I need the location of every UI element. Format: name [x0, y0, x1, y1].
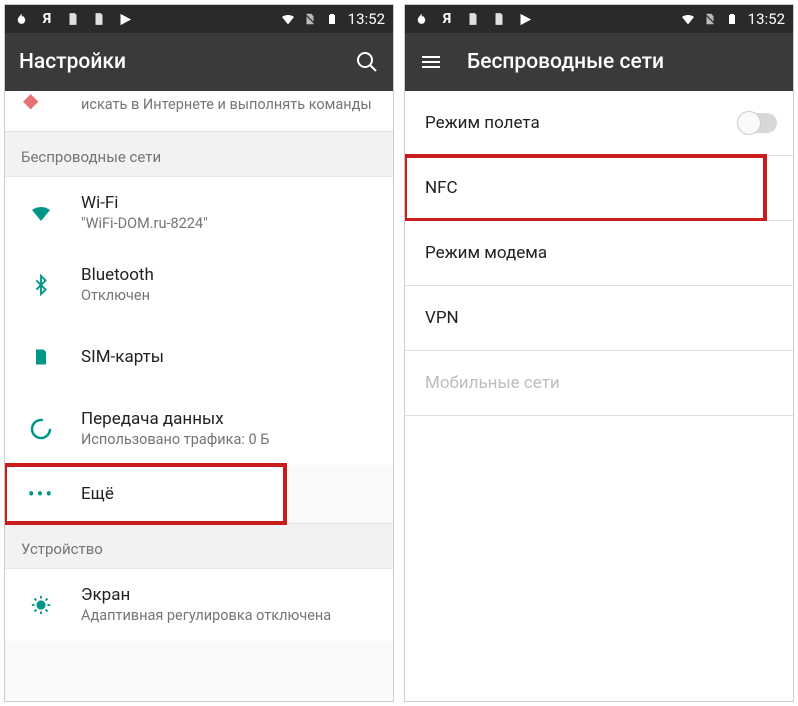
page-title: Настройки	[19, 50, 331, 74]
doc-icon	[465, 11, 481, 27]
item-title: Bluetooth	[81, 265, 377, 285]
settings-item-more[interactable]: ••• Ещё	[5, 465, 285, 523]
clock: 13:52	[348, 10, 385, 28]
clock: 13:52	[748, 10, 785, 28]
wireless-list[interactable]: Режим полета NFC Режим модема VPN Мобиль…	[405, 91, 793, 701]
item-nfc[interactable]: NFC	[405, 156, 765, 220]
item-title: Экран	[81, 585, 377, 605]
hamburger-icon[interactable]	[419, 50, 443, 74]
list-item-partial[interactable]: ◆ искать в Интернете и выполнять команды	[5, 91, 393, 132]
item-tethering[interactable]: Режим модема	[405, 221, 793, 285]
item-title: NFC	[425, 178, 749, 198]
wifi-status-icon	[680, 11, 696, 27]
settings-item-wifi[interactable]: Wi-Fi "WiFi-DOM.ru-8224"	[5, 177, 393, 249]
battery-icon	[724, 11, 740, 27]
app-bar: Беспроводные сети	[405, 33, 793, 91]
data-usage-icon	[21, 417, 61, 441]
item-title: VPN	[425, 308, 777, 328]
settings-item-bluetooth[interactable]: Bluetooth Отключен	[5, 249, 393, 321]
search-icon[interactable]	[355, 50, 379, 74]
app-bar: Настройки	[5, 33, 393, 91]
yandex-icon: Я	[439, 11, 455, 27]
flame-icon	[13, 11, 29, 27]
play-icon	[517, 11, 533, 27]
settings-list[interactable]: ◆ искать в Интернете и выполнять команды…	[5, 91, 393, 701]
item-mobile-networks: Мобильные сети	[405, 351, 793, 415]
status-bar: Я 13:52	[405, 5, 793, 33]
item-title: Ещё	[81, 484, 269, 504]
settings-item-data-usage[interactable]: Передача данных Использовано трафика: 0 …	[5, 393, 393, 465]
item-title: Мобильные сети	[425, 373, 777, 393]
item-title: Wi-Fi	[81, 193, 377, 213]
phone-right: Я 13:52 Беспр	[404, 4, 794, 702]
doc-icon	[65, 11, 81, 27]
section-header-wireless: Беспроводные сети	[5, 132, 393, 177]
phone-left: Я 13:52 Настройки	[4, 4, 394, 702]
sim-off-icon	[702, 11, 718, 27]
doc-icon-2	[91, 11, 107, 27]
sim-off-icon	[302, 11, 318, 27]
item-sub: "WiFi-DOM.ru-8224"	[81, 215, 377, 232]
item-vpn[interactable]: VPN	[405, 286, 793, 350]
settings-item-sim[interactable]: SIM-карты	[5, 321, 393, 393]
item-airplane-mode[interactable]: Режим полета	[405, 91, 793, 155]
doc-icon-2	[491, 11, 507, 27]
section-header-device: Устройство	[5, 523, 393, 569]
play-icon	[117, 11, 133, 27]
airplane-toggle[interactable]	[739, 113, 777, 133]
sim-icon	[21, 347, 61, 367]
status-bar: Я 13:52	[5, 5, 393, 33]
list-item-sub: искать в Интернете и выполнять команды	[81, 96, 372, 113]
item-sub: Использовано трафика: 0 Б	[81, 431, 377, 448]
bluetooth-icon	[21, 274, 61, 296]
item-title: Режим модема	[425, 243, 777, 263]
item-title: SIM-карты	[81, 347, 377, 367]
battery-icon	[324, 11, 340, 27]
flame-icon	[413, 11, 429, 27]
settings-item-display[interactable]: Экран Адаптивная регулировка отключена	[5, 569, 393, 641]
more-icon: •••	[21, 482, 61, 506]
pin-icon: ◆	[23, 91, 38, 114]
wifi-status-icon	[280, 11, 296, 27]
item-title: Передача данных	[81, 409, 377, 429]
item-sub: Адаптивная регулировка отключена	[81, 607, 377, 624]
page-title: Беспроводные сети	[467, 50, 779, 74]
yandex-icon: Я	[39, 11, 55, 27]
display-icon	[21, 594, 61, 616]
divider	[405, 415, 793, 416]
item-sub: Отключен	[81, 287, 377, 304]
wifi-icon	[21, 201, 61, 225]
item-title: Режим полета	[425, 113, 719, 133]
